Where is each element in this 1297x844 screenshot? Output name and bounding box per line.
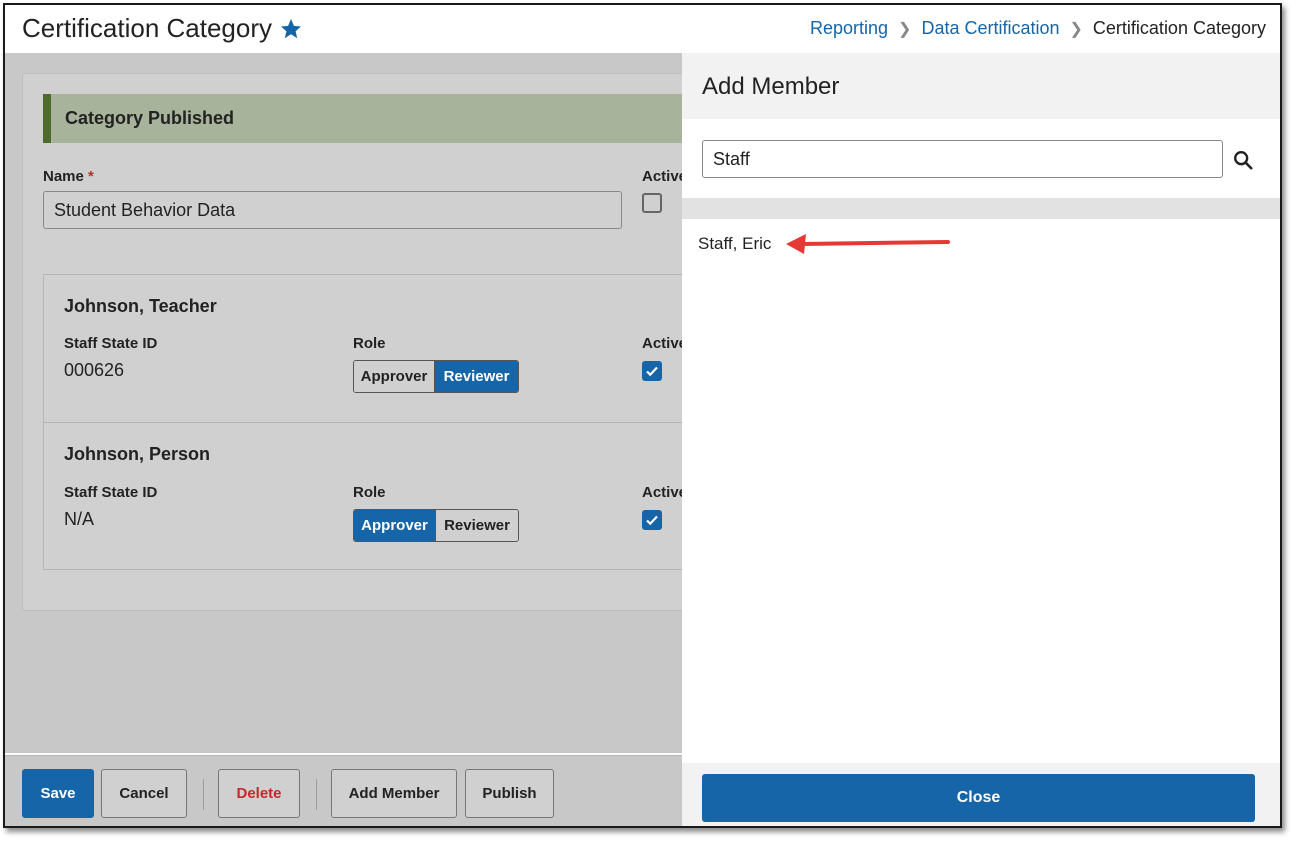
panel-title: Add Member — [702, 73, 840, 100]
member-card: Johnson, Person Staff State ID N/A Role … — [43, 422, 682, 570]
close-button[interactable]: Close — [702, 774, 1255, 822]
member-active-checkbox[interactable] — [642, 510, 662, 530]
staff-state-id-value: 000626 — [64, 360, 125, 380]
member-name: Johnson, Teacher — [64, 296, 217, 316]
name-label-text: Name — [43, 168, 84, 185]
panel-footer: Close — [682, 763, 1280, 826]
chevron-right-icon: ❯ — [898, 20, 912, 38]
member-card: Johnson, Teacher Staff State ID 000626 R… — [43, 274, 682, 423]
category-card: Category Published Name * Active Johnson… — [22, 73, 682, 611]
role-toggle: Approver Reviewer — [353, 360, 519, 393]
screenshot-frame: Certification Category Reporting ❯ Data … — [3, 3, 1282, 828]
role-label: Role — [353, 335, 386, 352]
panel-header: Add Member — [682, 53, 1280, 119]
breadcrumb-data-certification[interactable]: Data Certification — [921, 18, 1059, 39]
role-reviewer-option[interactable]: Reviewer — [436, 510, 518, 541]
toolbar-divider — [203, 779, 204, 810]
add-member-panel: Add Member Staff, Eric Close — [682, 53, 1280, 826]
chevron-right-icon: ❯ — [1069, 20, 1083, 38]
checkmark-icon — [646, 366, 658, 377]
role-approver-option[interactable]: Approver — [354, 510, 436, 541]
annotation-arrow-icon — [786, 234, 950, 254]
member-active-checkbox[interactable] — [642, 361, 662, 381]
active-checkbox[interactable] — [642, 193, 662, 213]
active-label: Active — [642, 168, 682, 185]
role-label: Role — [353, 484, 386, 501]
member-active-label: Active — [642, 484, 682, 501]
save-button[interactable]: Save — [22, 769, 94, 818]
search-result-item[interactable]: Staff, Eric — [698, 234, 771, 254]
page-title: Certification Category — [22, 13, 272, 43]
publish-button[interactable]: Publish — [465, 769, 554, 818]
role-approver-option[interactable]: Approver — [354, 361, 435, 392]
delete-button[interactable]: Delete — [218, 769, 300, 818]
status-banner-text: Category Published — [65, 108, 235, 128]
breadcrumb-current: Certification Category — [1092, 18, 1266, 38]
search-icon[interactable] — [1232, 149, 1254, 171]
member-name: Johnson, Person — [64, 444, 211, 464]
action-toolbar: Save Cancel Delete Add Member Publish — [5, 755, 682, 826]
member-search-input[interactable] — [702, 140, 1223, 178]
staff-state-id-label: Staff State ID — [64, 335, 158, 352]
role-reviewer-option[interactable]: Reviewer — [435, 361, 518, 392]
add-member-button[interactable]: Add Member — [331, 769, 457, 818]
staff-state-id-label: Staff State ID — [64, 484, 158, 501]
results-header-bar — [682, 198, 1280, 219]
staff-state-id-value: N/A — [64, 509, 95, 529]
main-content: Category Published Name * Active Johnson… — [5, 53, 682, 753]
cancel-button[interactable]: Cancel — [101, 769, 187, 818]
name-input[interactable] — [43, 191, 622, 229]
member-active-label: Active — [642, 335, 682, 352]
toolbar-divider — [316, 779, 317, 810]
page-header: Certification Category Reporting ❯ Data … — [5, 5, 1280, 53]
role-toggle: Approver Reviewer — [353, 509, 519, 542]
name-label: Name * — [43, 168, 94, 185]
favorite-star-icon[interactable] — [279, 17, 303, 41]
breadcrumb-reporting[interactable]: Reporting — [810, 18, 888, 39]
checkmark-icon — [646, 515, 658, 526]
breadcrumb: Reporting ❯ Data Certification ❯ Certifi… — [810, 18, 1266, 39]
status-banner: Category Published — [43, 94, 682, 143]
required-marker: * — [88, 168, 94, 185]
